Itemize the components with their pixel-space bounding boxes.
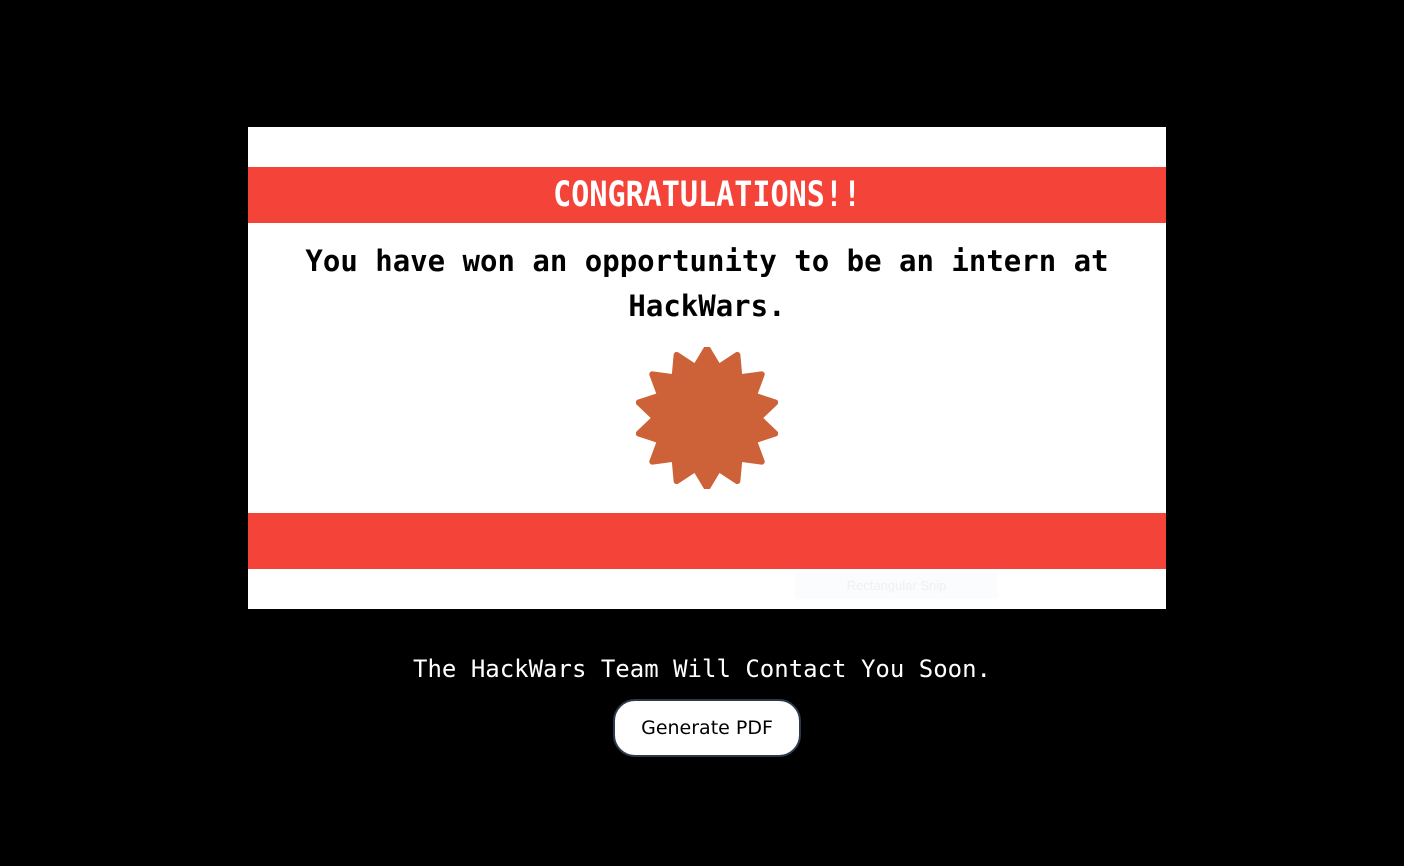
snip-hint-label: Rectangular Snip — [795, 573, 998, 599]
award-message: You have won an opportunity to be an int… — [305, 244, 1109, 323]
headline-text: CONGRATULATIONS!! — [552, 175, 862, 215]
contact-message: The HackWars Team Will Contact You Soon. — [413, 655, 991, 683]
certificate-card: CONGRATULATIONS!! You have won an opport… — [248, 127, 1166, 609]
starburst-seal-shape — [636, 347, 778, 489]
headline-banner: CONGRATULATIONS!! — [248, 167, 1166, 223]
page: CONGRATULATIONS!! You have won an opport… — [0, 0, 1404, 866]
starburst-seal-icon — [636, 347, 778, 489]
generate-pdf-button[interactable]: Generate PDF — [613, 699, 801, 757]
footer-banner — [248, 513, 1166, 569]
